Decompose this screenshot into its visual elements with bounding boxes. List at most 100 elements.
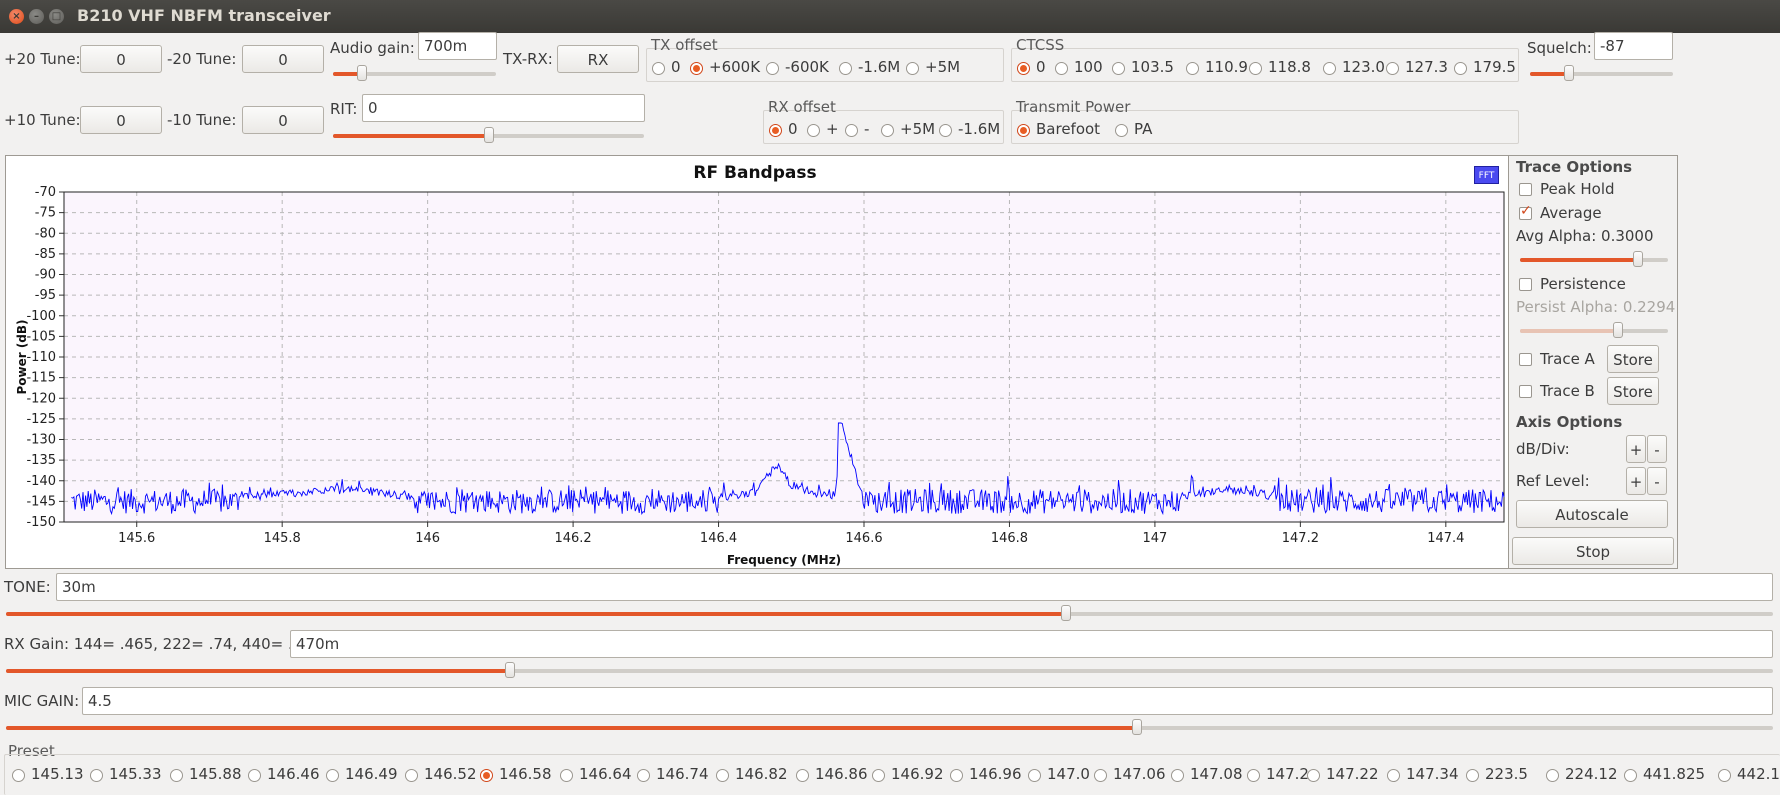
plus10-tune-button[interactable]: 0 (80, 106, 162, 134)
minus20-tune-button[interactable]: 0 (242, 45, 324, 73)
audio-gain-handle[interactable] (357, 65, 368, 81)
y-tick-label: -140 (26, 474, 56, 489)
minimize-window-button[interactable]: – (29, 9, 44, 24)
preset-radio-22[interactable] (1718, 769, 1731, 782)
transmit-power-radio-1[interactable] (1115, 124, 1128, 137)
close-window-button[interactable]: × (9, 9, 24, 24)
preset-radio-6[interactable] (480, 769, 493, 782)
audio-gain-slider[interactable] (333, 65, 496, 81)
persist-alpha-slider[interactable] (1520, 322, 1668, 338)
trace-b-checkbox[interactable] (1519, 385, 1532, 398)
mic-gain-input[interactable]: 4.5 (82, 687, 1773, 715)
preset-radio-15[interactable] (1171, 769, 1184, 782)
trace-a-checkbox[interactable] (1519, 353, 1532, 366)
tx-offset-radio-4[interactable] (906, 62, 919, 75)
ctcss-radio-0[interactable] (1017, 62, 1030, 75)
preset-radio-13[interactable] (1028, 769, 1041, 782)
preset-radio-8[interactable] (637, 769, 650, 782)
rx-offset-radio-label: 0 (788, 120, 798, 138)
rf-bandpass-plot[interactable]: 145.6 145.8 146 146.2 146.4 146.6 146.8 147 147.… (5, 155, 1509, 569)
preset-radio-4[interactable] (326, 769, 339, 782)
rx-offset-radio-0[interactable] (769, 124, 782, 137)
preset-radio-7[interactable] (560, 769, 573, 782)
fft-badge[interactable]: FFT (1474, 166, 1499, 184)
rit-input[interactable]: 0 (362, 94, 645, 122)
preset-radio-19[interactable] (1466, 769, 1479, 782)
rit-slider[interactable] (333, 127, 644, 143)
avg-alpha-handle[interactable] (1633, 251, 1644, 267)
tone-slider[interactable] (6, 605, 1773, 621)
store-trace-b-button[interactable]: Store (1607, 377, 1659, 405)
ref-level-minus-button[interactable]: - (1647, 467, 1667, 495)
preset-radio-5[interactable] (405, 769, 418, 782)
tx-offset-radio-1[interactable] (690, 62, 703, 75)
preset-radio-9[interactable] (716, 769, 729, 782)
preset-radio-3[interactable] (248, 769, 261, 782)
mic-gain-handle[interactable] (1131, 719, 1142, 735)
preset-radio-label: 223.5 (1485, 765, 1528, 783)
db-div-plus-button[interactable]: + (1626, 435, 1646, 463)
rx-offset-title: RX offset (768, 98, 836, 116)
ctcss-radio-3[interactable] (1186, 62, 1199, 75)
ref-level-label: Ref Level: (1516, 472, 1590, 490)
preset-radio-16[interactable] (1247, 769, 1260, 782)
rx-gain-slider[interactable] (6, 662, 1773, 678)
stop-button[interactable]: Stop (1512, 537, 1674, 565)
ctcss-radio-7[interactable] (1454, 62, 1467, 75)
preset-radio-21[interactable] (1624, 769, 1637, 782)
ctcss-radio-6[interactable] (1386, 62, 1399, 75)
preset-radio-11[interactable] (872, 769, 885, 782)
db-div-minus-button[interactable]: - (1647, 435, 1667, 463)
preset-radio-label: 145.88 (189, 765, 242, 783)
ctcss-radio-4[interactable] (1249, 62, 1262, 75)
preset-radio-1[interactable] (90, 769, 103, 782)
ref-level-plus-button[interactable]: + (1626, 467, 1646, 495)
minus10-tune-button[interactable]: 0 (242, 106, 324, 134)
ctcss-radio-label: 123.0 (1342, 58, 1385, 76)
tone-input[interactable]: 30m (56, 573, 1773, 601)
rx-offset-radio-1[interactable] (807, 124, 820, 137)
ctcss-radio-5[interactable] (1323, 62, 1336, 75)
preset-radio-20[interactable] (1546, 769, 1559, 782)
rx-offset-radio-3[interactable] (881, 124, 894, 137)
tx-offset-radio-3[interactable] (839, 62, 852, 75)
persist-alpha-handle[interactable] (1612, 322, 1623, 338)
ctcss-radio-2[interactable] (1112, 62, 1125, 75)
preset-radio-14[interactable] (1094, 769, 1107, 782)
average-checkbox[interactable] (1519, 203, 1532, 220)
rx-offset-radio-2[interactable] (845, 124, 858, 137)
squelch-slider[interactable] (1530, 65, 1673, 81)
preset-radio-17[interactable] (1307, 769, 1320, 782)
audio-gain-input[interactable]: 700m (418, 32, 497, 60)
rx-gain-handle[interactable] (504, 662, 515, 678)
rx-offset-radio-label: + (826, 120, 839, 138)
tx-offset-radio-2[interactable] (766, 62, 779, 75)
preset-radio-2[interactable] (170, 769, 183, 782)
ctcss-radio-1[interactable] (1055, 62, 1068, 75)
transmit-power-radio-0[interactable] (1017, 124, 1030, 137)
preset-radio-18[interactable] (1387, 769, 1400, 782)
persistence-checkbox[interactable] (1519, 278, 1532, 291)
tx-offset-radio-0[interactable] (652, 62, 665, 75)
x-tick-label: 145.6 (118, 531, 155, 546)
autoscale-button[interactable]: Autoscale (1516, 500, 1668, 528)
y-tick-label: -105 (26, 329, 56, 344)
txrx-button[interactable]: RX (557, 45, 639, 73)
rit-handle[interactable] (483, 127, 494, 143)
mic-gain-slider[interactable] (6, 719, 1773, 735)
maximize-window-button[interactable]: □ (49, 9, 64, 24)
tone-handle[interactable] (1061, 605, 1072, 621)
rx-offset-radio-4[interactable] (939, 124, 952, 137)
preset-radio-0[interactable] (12, 769, 25, 782)
squelch-handle[interactable] (1563, 65, 1574, 81)
squelch-input[interactable]: -87 (1594, 32, 1673, 60)
peak-hold-checkbox[interactable] (1519, 183, 1532, 196)
store-trace-a-button[interactable]: Store (1607, 345, 1659, 373)
preset-radio-12[interactable] (950, 769, 963, 782)
preset-radio-10[interactable] (796, 769, 809, 782)
mic-gain-fill (6, 726, 1137, 730)
rx-gain-input[interactable]: 470m (290, 630, 1773, 658)
avg-alpha-slider[interactable] (1520, 251, 1668, 267)
rf-bandpass-svg: 145.6 145.8 146 146.2 146.4 146.6 146.8 147 147.… (15, 185, 1505, 567)
plus20-tune-button[interactable]: 0 (80, 45, 162, 73)
